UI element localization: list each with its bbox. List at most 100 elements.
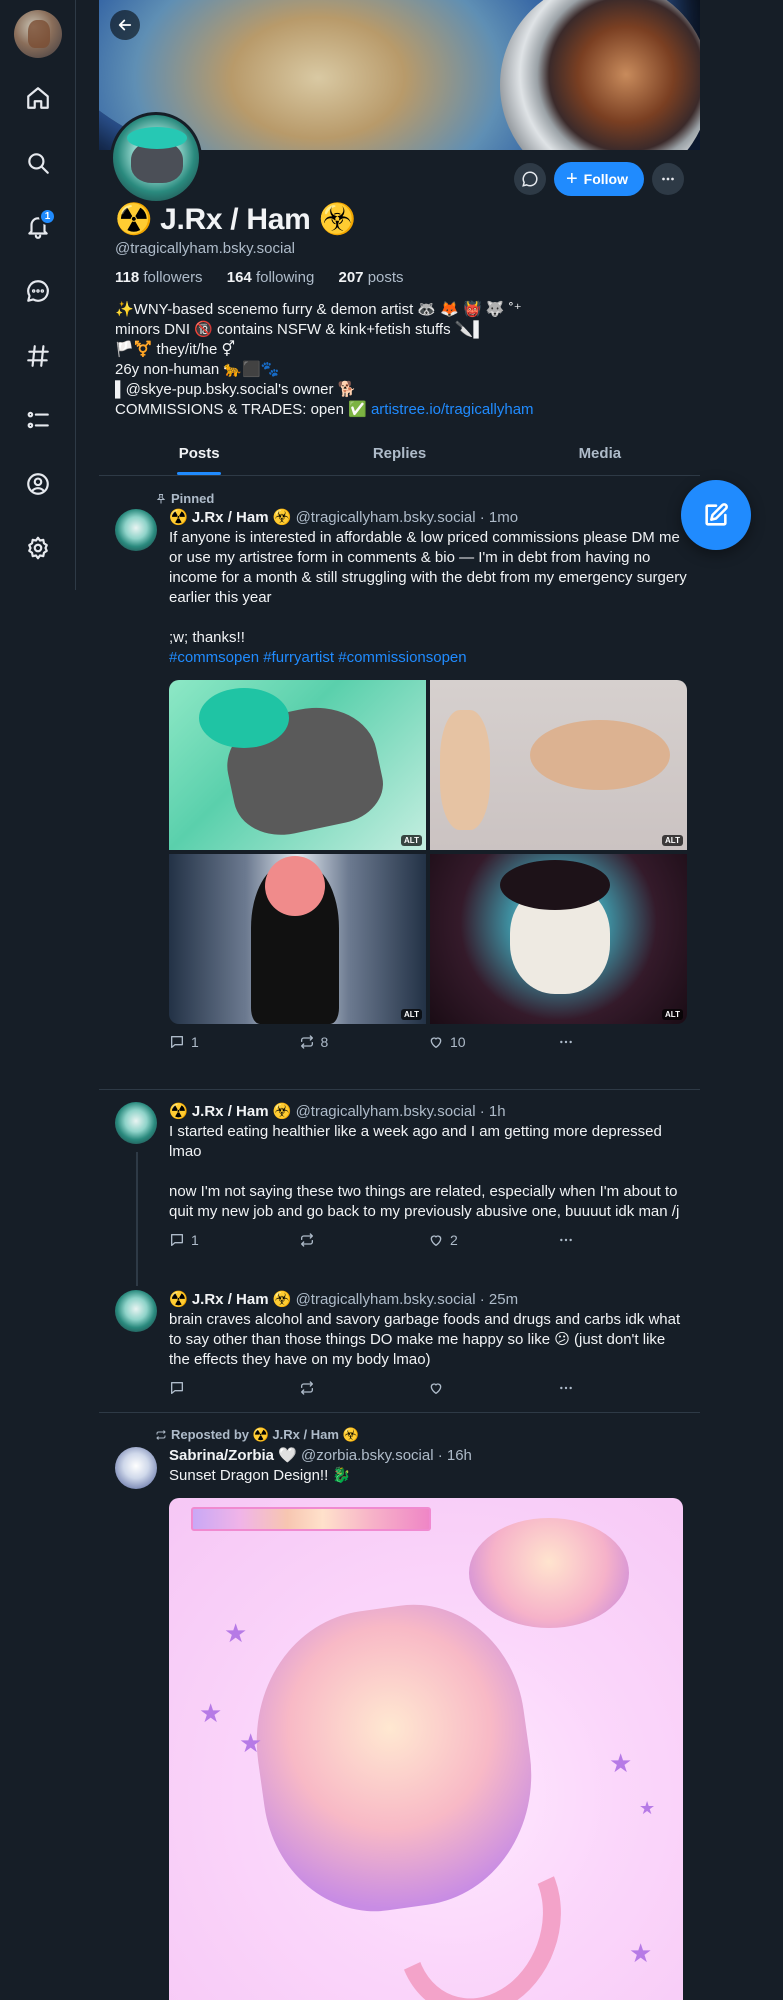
post-avatar[interactable] — [115, 1290, 157, 1332]
feed-post[interactable]: Reposted by ☢️ J.Rx / Ham ☣️ Sabrina/Zor… — [99, 1413, 700, 2000]
tab-media[interactable]: Media — [500, 432, 700, 475]
pinned-context: Pinned — [155, 491, 214, 506]
profile-handle: @tragicallyham.bsky.social — [115, 240, 296, 257]
feed-post[interactable]: Pinned ☢️ J.Rx / Ham ☣️ @tragicallyham.b… — [99, 476, 700, 1088]
hashtag-icon[interactable] — [22, 340, 54, 372]
post-controls — [169, 1378, 687, 1398]
profile-bio: ✨WNY-based scenemo furry & demon artist … — [115, 300, 685, 420]
repost-button[interactable] — [299, 1232, 429, 1248]
dragon-small — [469, 1518, 629, 1628]
reply-count: 1 — [191, 1034, 199, 1050]
author-name[interactable]: Sabrina/Zorbia 🤍 — [169, 1447, 297, 1464]
more-options-button[interactable] — [652, 163, 684, 195]
ellipsis-icon — [559, 1386, 572, 1390]
repost-icon — [300, 1381, 313, 1395]
post-avatar[interactable] — [115, 1447, 157, 1489]
reply-button[interactable] — [169, 1380, 299, 1396]
post-avatar[interactable] — [115, 509, 157, 551]
tab-posts[interactable]: Posts — [99, 432, 299, 475]
post-image[interactable]: ALT — [430, 854, 687, 1024]
gear-icon[interactable] — [22, 532, 54, 564]
author-meta: @zorbia.bsky.social · 16h — [301, 1447, 472, 1464]
back-button[interactable] — [110, 10, 140, 40]
post-image[interactable]: ALT — [169, 854, 426, 1024]
post-image[interactable]: ★ ★ ★ ★ ★ ★ — [169, 1498, 683, 2000]
like-button[interactable]: 10 — [428, 1034, 558, 1050]
star-icon: ★ — [639, 1798, 656, 1818]
post-body: ☢️ J.Rx / Ham ☣️ @tragicallyham.bsky.soc… — [169, 1290, 687, 1398]
banner-astronaut — [500, 0, 700, 150]
display-name: ☢️ J.Rx / Ham ☣️ — [115, 203, 356, 236]
heart-icon — [430, 1037, 442, 1048]
reply-icon — [171, 1382, 183, 1394]
chat-icon[interactable] — [22, 275, 54, 307]
reply-button[interactable]: 1 — [169, 1034, 299, 1050]
star-icon: ★ — [629, 1938, 653, 1968]
author-name[interactable]: ☢️ J.Rx / Ham ☣️ — [169, 509, 291, 526]
current-user-avatar[interactable] — [14, 10, 62, 58]
profile-stats: 118 followers 164 following 207 posts — [115, 269, 685, 286]
post-text: I started eating healthier like a week a… — [169, 1123, 680, 1220]
search-icon[interactable] — [22, 147, 54, 179]
post-body: ☢️ J.Rx / Ham ☣️ @tragicallyham.bsky.soc… — [169, 1102, 687, 1250]
like-count: 10 — [450, 1034, 466, 1050]
post-more-button[interactable] — [558, 1034, 688, 1050]
bell-icon[interactable]: 1 — [22, 208, 56, 243]
post-more-button[interactable] — [558, 1232, 688, 1248]
repost-button[interactable] — [299, 1380, 429, 1396]
author-name[interactable]: ☢️ J.Rx / Ham ☣️ — [169, 1103, 291, 1120]
alt-badge: ALT — [401, 1009, 422, 1020]
bio-line: 26y non-human 🐆⬛🐾 — [115, 361, 280, 378]
notification-badge: 1 — [39, 208, 56, 225]
like-button[interactable] — [428, 1380, 558, 1396]
post-hashtags: #commsopen #furryartist #commissionsopen — [169, 649, 467, 666]
author-meta: @tragicallyham.bsky.social · 1mo — [295, 509, 519, 526]
post-avatar[interactable] — [115, 1102, 157, 1144]
post-controls: 1 8 10 — [169, 1032, 687, 1052]
repost-count: 8 — [320, 1034, 329, 1050]
post-text: brain craves alcohol and savory garbage … — [169, 1311, 685, 1368]
color-palette-strip — [191, 1507, 431, 1531]
like-button[interactable]: 2 — [428, 1232, 558, 1248]
home-icon[interactable] — [22, 82, 54, 114]
ellipsis-icon — [559, 1238, 572, 1242]
repost-icon — [300, 1233, 313, 1247]
bio-link[interactable]: artistree.io/tragicallyham — [371, 401, 534, 418]
author-name[interactable]: ☢️ J.Rx / Ham ☣️ — [169, 1291, 291, 1308]
post-controls: 1 2 — [169, 1230, 687, 1250]
tab-replies[interactable]: Replies — [299, 432, 499, 475]
list-icon[interactable] — [22, 404, 54, 436]
bio-line: minors DNI 🔞 contains NSFW & kink+fetish… — [115, 321, 485, 338]
pin-icon — [156, 493, 166, 503]
user-icon[interactable] — [22, 468, 54, 500]
reply-icon — [171, 1234, 183, 1246]
bio-line: ▌@skye-pup.bsky.social's owner 🐕 — [115, 381, 357, 398]
reply-button[interactable]: 1 — [169, 1232, 299, 1248]
bio-line: COMMISSIONS & TRADES: open ✅ artistree.i… — [115, 401, 534, 418]
post-body: ☢️ J.Rx / Ham ☣️ @tragicallyham.bsky.soc… — [169, 508, 687, 1052]
post-header: ☢️ J.Rx / Ham ☣️ @tragicallyham.bsky.soc… — [169, 508, 687, 528]
star-icon: ★ — [239, 1728, 263, 1758]
ellipsis-icon — [662, 177, 674, 181]
profile-actions: + Follow — [513, 162, 684, 196]
feed-post[interactable]: ☢️ J.Rx / Ham ☣️ @tragicallyham.bsky.soc… — [99, 1090, 700, 1278]
bio-line: ✨WNY-based scenemo furry & demon artist … — [115, 301, 522, 318]
posts-stat: 207 posts — [338, 269, 404, 286]
follow-button[interactable]: + Follow — [553, 162, 644, 196]
chat-icon — [522, 171, 538, 187]
heart-icon — [430, 1235, 442, 1246]
feed-post[interactable]: ☢️ J.Rx / Ham ☣️ @tragicallyham.bsky.soc… — [99, 1278, 700, 1413]
post-more-button[interactable] — [558, 1380, 688, 1396]
arrow-left-icon — [118, 19, 132, 31]
profile-avatar[interactable] — [110, 112, 202, 204]
following-stat[interactable]: 164 following — [227, 269, 325, 286]
heart-icon — [430, 1383, 442, 1394]
repost-button[interactable]: 8 — [299, 1034, 429, 1050]
followers-stat[interactable]: 118 followers — [115, 269, 213, 286]
post-body: Sabrina/Zorbia 🤍 @zorbia.bsky.social · 1… — [169, 1446, 687, 2000]
reply-count: 1 — [191, 1232, 199, 1248]
post-image[interactable]: ALT — [430, 680, 687, 850]
post-image[interactable]: ALT — [169, 680, 426, 850]
compose-button[interactable] — [681, 480, 751, 550]
message-button[interactable] — [513, 163, 546, 195]
